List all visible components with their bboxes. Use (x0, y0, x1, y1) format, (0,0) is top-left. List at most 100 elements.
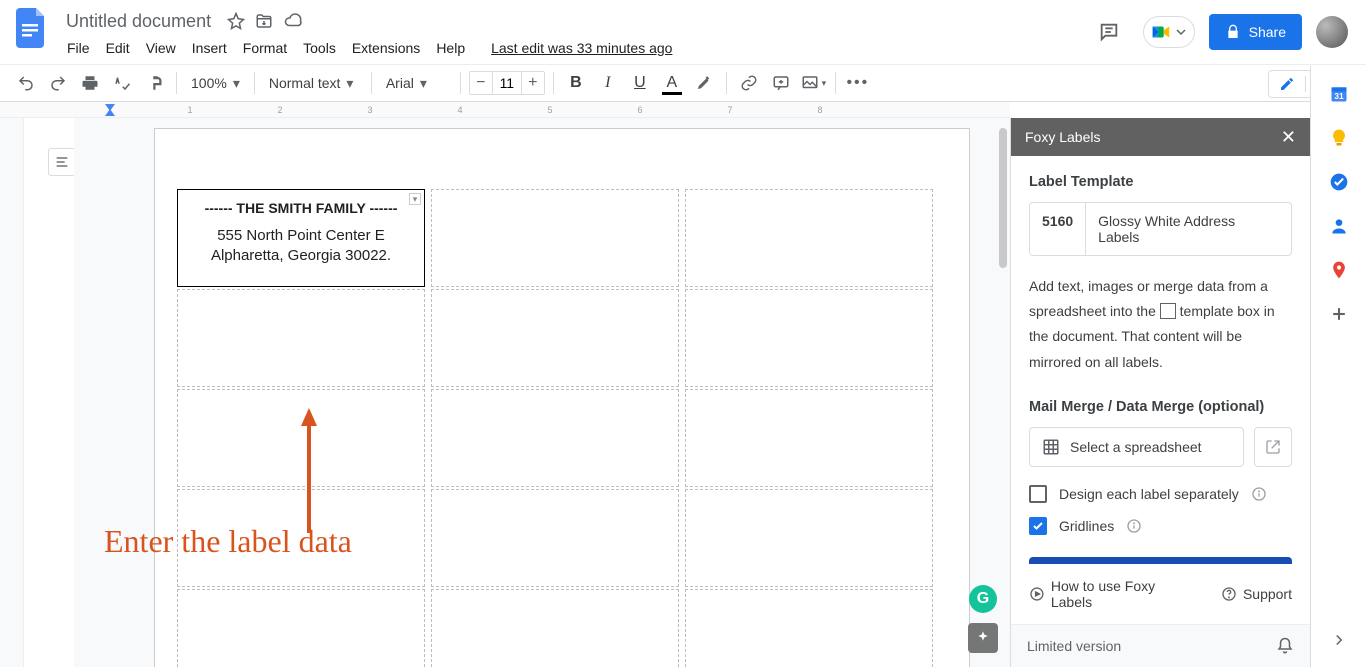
calendar-icon[interactable]: 31 (1329, 84, 1349, 104)
menu-file[interactable]: File (60, 36, 97, 60)
font-family-selector[interactable]: Arial▾ (380, 70, 452, 96)
print-button[interactable] (76, 69, 104, 97)
contacts-icon[interactable] (1329, 216, 1349, 236)
design-each-checkbox[interactable] (1029, 485, 1047, 503)
label-cell[interactable] (685, 189, 933, 287)
bold-button[interactable]: B (562, 69, 590, 97)
label-cell[interactable] (685, 589, 933, 667)
menu-extensions[interactable]: Extensions (345, 36, 427, 60)
account-avatar[interactable] (1316, 16, 1348, 48)
cell-options-icon[interactable]: ▾ (409, 193, 421, 205)
how-to-link[interactable]: How to use Foxy Labels (1029, 578, 1199, 610)
font-size-control: − + (469, 71, 545, 95)
svg-text:5: 5 (547, 105, 552, 115)
svg-text:7: 7 (727, 105, 732, 115)
label-cell[interactable] (431, 389, 679, 487)
label-cell[interactable] (431, 489, 679, 587)
spellcheck-button[interactable] (108, 69, 136, 97)
paragraph-style-selector[interactable]: Normal text▾ (263, 70, 363, 96)
scrollbar-thumb[interactable] (999, 128, 1007, 268)
comments-icon[interactable] (1089, 12, 1129, 52)
move-icon[interactable] (255, 12, 273, 30)
label-cell[interactable] (685, 389, 933, 487)
toolbar: 100%▾ Normal text▾ Arial▾ − + B I U A ▾ … (0, 64, 1366, 102)
annotation-arrow-icon (299, 408, 319, 538)
label-cell[interactable] (685, 489, 933, 587)
open-external-button[interactable] (1254, 427, 1292, 467)
font-size-decrease[interactable]: − (470, 74, 492, 92)
bell-icon[interactable] (1276, 637, 1294, 655)
template-selector[interactable]: 5160 Glossy White Address Labels (1029, 202, 1292, 256)
menu-tools[interactable]: Tools (296, 36, 343, 60)
create-labels-button[interactable]: Create labels (1029, 557, 1292, 564)
insert-image-button[interactable]: ▾ (799, 69, 827, 97)
zoom-selector[interactable]: 100%▾ (185, 70, 246, 96)
text-color-button[interactable]: A (658, 69, 686, 97)
svg-text:31: 31 (1334, 91, 1344, 101)
menu-help[interactable]: Help (429, 36, 472, 60)
insert-comment-button[interactable] (767, 69, 795, 97)
document-outline-button[interactable] (48, 148, 76, 176)
label-cell[interactable] (685, 289, 933, 387)
explore-button[interactable] (968, 623, 998, 653)
spreadsheet-icon (1042, 438, 1060, 456)
label-cell[interactable] (431, 589, 679, 667)
cloud-status-icon[interactable] (283, 12, 303, 30)
open-external-icon (1265, 439, 1281, 455)
last-edit-link[interactable]: Last edit was 33 minutes ago (484, 36, 679, 60)
side-panel-rail: 31 (1310, 66, 1366, 667)
label-cell[interactable] (177, 289, 425, 387)
addon-sidebar: Foxy Labels ✕ Label Template 5160 Glossy… (1010, 118, 1310, 667)
redo-button[interactable] (44, 69, 72, 97)
document-title[interactable]: Untitled document (60, 9, 217, 34)
hide-side-panel-button[interactable] (1330, 631, 1348, 649)
svg-text:2: 2 (277, 105, 282, 115)
svg-text:1: 1 (187, 105, 192, 115)
vertical-ruler (0, 118, 24, 667)
template-code: 5160 (1030, 203, 1086, 255)
horizontal-ruler[interactable]: 123 456 78 (0, 102, 1010, 118)
gridlines-checkbox[interactable] (1029, 517, 1047, 535)
document-canvas[interactable]: ▾ ------ THE SMITH FAMILY ------ 555 Nor… (74, 118, 1010, 667)
label-line-1: ------ THE SMITH FAMILY ------ (184, 200, 418, 216)
label-cell[interactable] (431, 189, 679, 287)
share-button[interactable]: Share (1209, 14, 1302, 50)
maps-icon[interactable] (1329, 260, 1349, 280)
grammarly-icon[interactable]: G (969, 585, 997, 613)
underline-button[interactable]: U (626, 69, 654, 97)
more-toolbar-button[interactable]: ••• (844, 69, 872, 97)
close-icon[interactable]: ✕ (1281, 127, 1296, 148)
label-cell-1[interactable]: ▾ ------ THE SMITH FAMILY ------ 555 Nor… (177, 189, 425, 287)
tasks-icon[interactable] (1329, 172, 1349, 192)
addon-title: Foxy Labels (1025, 129, 1100, 145)
paint-format-button[interactable] (140, 69, 168, 97)
highlight-button[interactable] (690, 69, 718, 97)
menu-insert[interactable]: Insert (185, 36, 234, 60)
select-spreadsheet-button[interactable]: Select a spreadsheet (1029, 427, 1244, 467)
label-cell[interactable] (177, 589, 425, 667)
italic-button[interactable]: I (594, 69, 622, 97)
info-icon[interactable] (1126, 518, 1142, 534)
label-grid: ▾ ------ THE SMITH FAMILY ------ 555 Nor… (177, 189, 957, 667)
label-cell[interactable] (431, 289, 679, 387)
undo-button[interactable] (12, 69, 40, 97)
menu-edit[interactable]: Edit (99, 36, 137, 60)
label-line-2: 555 North Point Center E (184, 226, 418, 246)
menu-bar: File Edit View Insert Format Tools Exten… (60, 36, 679, 60)
lock-icon (1225, 24, 1241, 40)
star-icon[interactable] (227, 12, 245, 30)
menu-format[interactable]: Format (236, 36, 294, 60)
info-icon[interactable] (1251, 486, 1267, 502)
insert-link-button[interactable] (735, 69, 763, 97)
section-label-template: Label Template (1029, 174, 1292, 190)
keep-icon[interactable] (1329, 128, 1349, 148)
support-link[interactable]: Support (1221, 578, 1292, 610)
font-size-input[interactable] (492, 72, 522, 94)
get-addons-icon[interactable] (1329, 304, 1349, 324)
svg-text:4: 4 (457, 105, 462, 115)
docs-logo[interactable] (12, 8, 52, 48)
menu-view[interactable]: View (139, 36, 183, 60)
section-mail-merge: Mail Merge / Data Merge (optional) (1029, 399, 1292, 415)
meet-button[interactable] (1143, 16, 1195, 48)
font-size-increase[interactable]: + (522, 74, 544, 92)
